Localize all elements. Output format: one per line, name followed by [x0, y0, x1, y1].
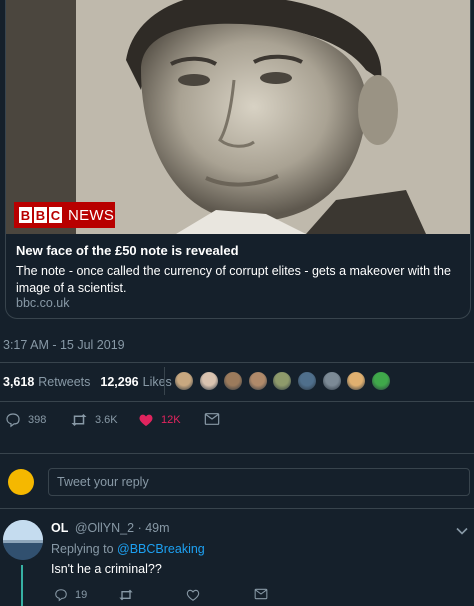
portrait-image	[6, 0, 470, 234]
liker-avatar[interactable]	[296, 371, 317, 391]
link-preview-card[interactable]: B B C NEWS New face of the £50 note is r…	[5, 0, 471, 319]
reply-reply-count: 19	[75, 589, 88, 601]
dm-action[interactable]	[204, 412, 220, 426]
card-title: New face of the £50 note is revealed	[16, 243, 239, 258]
reply-like-action[interactable]	[186, 588, 200, 602]
reply-author-name[interactable]: OL	[51, 521, 68, 535]
card-photo: B B C NEWS	[6, 0, 470, 234]
likes-count: 12,296	[100, 375, 139, 389]
heart-icon	[139, 414, 153, 426]
tweet-stats: 3,618 Retweets 12,296 Likes	[3, 375, 182, 389]
divider	[0, 362, 474, 363]
reply-author-handle[interactable]: @OllYN_2	[75, 521, 134, 535]
reply-retweet-action[interactable]	[118, 588, 134, 602]
retweet-action[interactable]: 3.6K	[70, 412, 118, 428]
retweet-count: 3.6K	[95, 414, 118, 426]
reply-action[interactable]: 398	[5, 412, 46, 428]
divider	[0, 508, 474, 509]
heart-outline-icon	[186, 589, 200, 601]
stats-separator	[164, 367, 165, 395]
reply-reply-action[interactable]: 19	[54, 588, 87, 602]
reply-actions: 19	[0, 588, 474, 606]
envelope-icon	[254, 588, 268, 600]
like-action[interactable]: 12K	[138, 412, 181, 428]
bbc-logo-letter: B	[34, 207, 47, 223]
card-description: The note - once called the currency of c…	[16, 264, 451, 295]
reply-input[interactable]	[48, 468, 470, 496]
liker-avatar[interactable]	[272, 371, 293, 391]
bbc-logo-letter: B	[19, 207, 32, 223]
replying-to-line: Replying to @BBCBreaking	[51, 542, 205, 556]
divider	[0, 453, 474, 454]
reply-menu[interactable]	[456, 522, 468, 540]
liker-avatar[interactable]	[174, 371, 194, 391]
reply-text: Isn't he a criminal??	[51, 562, 162, 576]
reply-icon	[55, 589, 67, 602]
likes-label: Likes	[142, 375, 172, 389]
liker-avatar[interactable]	[223, 371, 244, 391]
retweet-icon	[71, 414, 87, 426]
avatar-seascape-image	[3, 520, 43, 560]
chevron-down-icon	[456, 527, 468, 535]
retweet-icon	[119, 589, 133, 601]
card-domain: bbc.co.uk	[16, 296, 70, 310]
reply-icon	[6, 413, 20, 428]
liker-avatar[interactable]	[321, 371, 342, 391]
liker-avatar[interactable]	[370, 371, 391, 391]
liker-avatar[interactable]	[346, 371, 367, 391]
tweet-timestamp[interactable]: 3:17 AM - 15 Jul 2019	[3, 338, 125, 352]
replying-prefix: Replying to	[51, 542, 114, 556]
reply-author-avatar[interactable]	[3, 520, 43, 560]
retweets-count: 3,618	[3, 375, 35, 389]
like-count: 12K	[161, 414, 181, 426]
envelope-icon	[204, 413, 220, 425]
liker-avatar[interactable]	[247, 371, 268, 391]
reply-time[interactable]: · 49m	[138, 521, 170, 535]
liker-avatars	[174, 371, 395, 391]
retweets-label: Retweets	[38, 375, 91, 389]
bbc-news-badge: B B C NEWS	[14, 202, 115, 228]
user-avatar[interactable]	[8, 469, 34, 495]
likes-stat[interactable]: 12,296 Likes	[100, 375, 171, 389]
liker-avatar[interactable]	[198, 371, 219, 391]
tweet-actions: 398 3.6K 12K	[0, 412, 474, 434]
bbc-logo-letter: C	[49, 207, 62, 223]
reply-header: OL @OllYN_2 · 49m	[51, 521, 170, 535]
divider	[0, 401, 474, 402]
replying-to-handle[interactable]: @BBCBreaking	[117, 542, 205, 556]
bbc-news-word: NEWS	[68, 206, 115, 224]
retweets-stat[interactable]: 3,618 Retweets	[3, 375, 90, 389]
reply-count: 398	[28, 414, 47, 426]
reply-dm-action[interactable]	[254, 588, 268, 600]
